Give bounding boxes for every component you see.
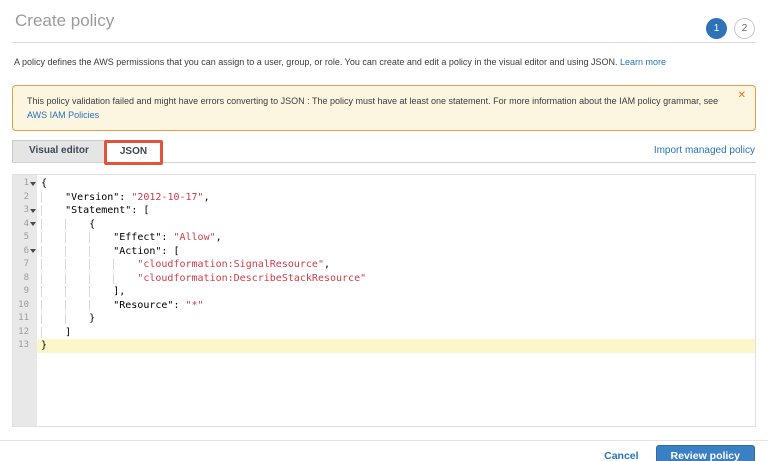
json-code-editor[interactable]: 1{2 "Version": "2012-10-17",3 "Statement… bbox=[12, 174, 756, 427]
editor-line-9[interactable]: 9 ], bbox=[13, 285, 755, 299]
editor-line-13[interactable]: 13} bbox=[13, 339, 755, 353]
validation-warning-banner: This policy validation failed and might … bbox=[12, 85, 756, 131]
code-line-content[interactable]: "Action": [ bbox=[37, 245, 755, 259]
editor-line-10[interactable]: 10 "Resource": "*" bbox=[13, 299, 755, 313]
fold-spacer bbox=[29, 285, 37, 299]
indent-guides bbox=[41, 273, 137, 284]
fold-toggle-icon[interactable] bbox=[29, 245, 37, 259]
gutter-cell: 2 bbox=[13, 191, 37, 205]
fold-spacer bbox=[29, 272, 37, 286]
editor-line-11[interactable]: 11 } bbox=[13, 312, 755, 326]
line-number: 10 bbox=[18, 299, 29, 313]
indent-guides bbox=[41, 259, 137, 270]
indent-guides bbox=[41, 246, 113, 257]
code-line-content[interactable]: "Version": "2012-10-17", bbox=[37, 191, 755, 205]
fold-spacer bbox=[29, 231, 37, 245]
fold-spacer bbox=[29, 191, 37, 205]
indent-guides bbox=[41, 286, 113, 297]
gutter-cell: 3 bbox=[13, 204, 37, 218]
code-line-content[interactable]: ], bbox=[37, 285, 755, 299]
close-icon[interactable]: ✕ bbox=[738, 91, 746, 101]
create-policy-page: Create policy 1 2 A policy defines the A… bbox=[0, 9, 768, 461]
header-divider bbox=[12, 42, 756, 43]
tab-json[interactable]: JSON bbox=[106, 141, 161, 163]
line-number: 11 bbox=[18, 312, 29, 326]
gutter-cell: 13 bbox=[13, 339, 37, 353]
fold-toggle-icon[interactable] bbox=[29, 177, 37, 191]
gutter-cell: 7 bbox=[13, 258, 37, 272]
code-line-content[interactable]: "Resource": "*" bbox=[37, 299, 755, 313]
gutter-cell: 4 bbox=[13, 218, 37, 232]
step-indicator: 1 2 bbox=[706, 18, 755, 39]
gutter-cell: 9 bbox=[13, 285, 37, 299]
review-policy-button[interactable]: Review policy bbox=[656, 445, 755, 461]
step-2-badge: 2 bbox=[734, 18, 755, 39]
gutter-cell: 12 bbox=[13, 326, 37, 340]
code-line-content[interactable]: { bbox=[37, 218, 755, 232]
gutter-cell: 6 bbox=[13, 245, 37, 259]
fold-toggle-icon[interactable] bbox=[29, 204, 37, 218]
editor-tab-bar: Visual editor JSON Import managed policy bbox=[12, 140, 756, 163]
page-title: Create policy bbox=[15, 9, 754, 32]
gutter-cell: 5 bbox=[13, 231, 37, 245]
fold-toggle-icon[interactable] bbox=[29, 218, 37, 232]
footer-action-bar: Cancel Review policy bbox=[0, 440, 768, 461]
editor-line-6[interactable]: 6 "Action": [ bbox=[13, 245, 755, 259]
line-number: 12 bbox=[18, 326, 29, 340]
code-line-content[interactable]: "Statement": [ bbox=[37, 204, 755, 218]
gutter-cell: 10 bbox=[13, 299, 37, 313]
fold-spacer bbox=[29, 326, 37, 340]
code-line-content[interactable]: } bbox=[37, 312, 755, 326]
indent-guides bbox=[41, 219, 89, 230]
editor-line-4[interactable]: 4 { bbox=[13, 218, 755, 232]
code-line-content[interactable]: } bbox=[37, 339, 755, 353]
gutter-cell: 8 bbox=[13, 272, 37, 286]
editor-line-3[interactable]: 3 "Statement": [ bbox=[13, 204, 755, 218]
editor-line-5[interactable]: 5 "Effect": "Allow", bbox=[13, 231, 755, 245]
import-managed-policy-link[interactable]: Import managed policy bbox=[654, 145, 755, 156]
tab-json-label: JSON bbox=[120, 146, 147, 157]
code-line-content[interactable]: "cloudformation:DescribeStackResource" bbox=[37, 272, 755, 286]
indent-guides bbox=[41, 313, 89, 324]
fold-spacer bbox=[29, 339, 37, 353]
intro-text: A policy defines the AWS permissions tha… bbox=[14, 56, 754, 68]
learn-more-link[interactable]: Learn more bbox=[620, 57, 666, 67]
editor-line-8[interactable]: 8 "cloudformation:DescribeStackResource" bbox=[13, 272, 755, 286]
tab-visual-editor[interactable]: Visual editor bbox=[12, 140, 106, 162]
editor-line-12[interactable]: 12 ] bbox=[13, 326, 755, 340]
indent-guides bbox=[41, 327, 65, 338]
code-line-content[interactable]: ] bbox=[37, 326, 755, 340]
editor-line-7[interactable]: 7 "cloudformation:SignalResource", bbox=[13, 258, 755, 272]
indent-guides bbox=[41, 300, 113, 311]
editor-line-2[interactable]: 2 "Version": "2012-10-17", bbox=[13, 191, 755, 205]
gutter-cell: 1 bbox=[13, 177, 37, 191]
line-number: 13 bbox=[18, 339, 29, 353]
editor-line-1[interactable]: 1{ bbox=[13, 177, 755, 191]
gutter-cell: 11 bbox=[13, 312, 37, 326]
code-line-content[interactable]: { bbox=[37, 177, 755, 191]
indent-guides bbox=[41, 205, 65, 216]
indent-guides bbox=[41, 192, 65, 203]
cancel-button[interactable]: Cancel bbox=[604, 450, 638, 461]
code-line-content[interactable]: "cloudformation:SignalResource", bbox=[37, 258, 755, 272]
intro-description: A policy defines the AWS permissions tha… bbox=[14, 57, 618, 67]
aws-iam-policies-link[interactable]: AWS IAM Policies bbox=[27, 110, 99, 120]
fold-spacer bbox=[29, 258, 37, 272]
fold-spacer bbox=[29, 299, 37, 313]
warning-message: This policy validation failed and might … bbox=[27, 96, 718, 106]
fold-spacer bbox=[29, 312, 37, 326]
step-1-badge: 1 bbox=[706, 18, 727, 39]
code-line-content[interactable]: "Effect": "Allow", bbox=[37, 231, 755, 245]
indent-guides bbox=[41, 232, 113, 243]
